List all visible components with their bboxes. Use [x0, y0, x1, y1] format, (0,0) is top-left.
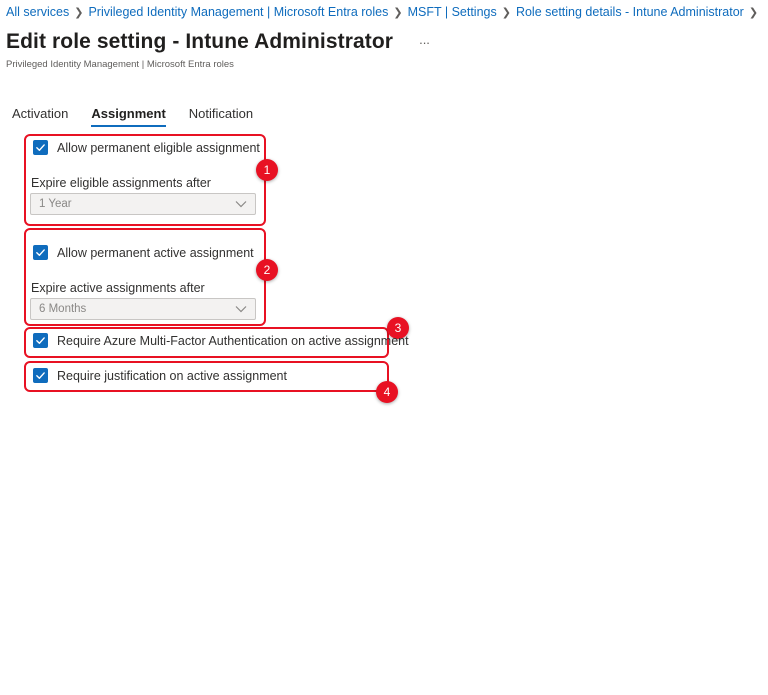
active-expire-label: Expire active assignments after	[31, 281, 205, 295]
tab-activation[interactable]: Activation	[12, 106, 68, 127]
tab-bar: Activation Assignment Notification	[12, 106, 276, 127]
checkmark-icon	[36, 249, 45, 256]
checkmark-icon	[36, 337, 45, 344]
eligible-expire-label: Expire eligible assignments after	[31, 176, 211, 190]
chevron-right-icon: ❯	[74, 7, 84, 19]
tab-assignment[interactable]: Assignment	[91, 106, 167, 127]
page-subtitle: Privileged Identity Management | Microso…	[6, 59, 234, 70]
justification-label: Require justification on active assignme…	[57, 368, 287, 383]
active-permanent-row: Allow permanent active assignment	[33, 245, 254, 260]
title-row: Edit role setting - Intune Administrator…	[6, 30, 430, 54]
mfa-checkbox[interactable]	[33, 333, 48, 348]
justification-checkbox[interactable]	[33, 368, 48, 383]
active-permanent-checkbox[interactable]	[33, 245, 48, 260]
mfa-label: Require Azure Multi-Factor Authenticatio…	[57, 333, 409, 348]
chevron-right-icon: ❯	[501, 7, 511, 19]
callout-badge-1: 1	[256, 159, 278, 181]
mfa-row: Require Azure Multi-Factor Authenticatio…	[33, 333, 409, 348]
checkmark-icon	[36, 372, 45, 379]
justification-row: Require justification on active assignme…	[33, 368, 287, 383]
checkmark-icon	[36, 144, 45, 151]
tab-notification[interactable]: Notification	[189, 106, 253, 127]
eligible-permanent-row: Allow permanent eligible assignment	[33, 140, 260, 155]
chevron-right-icon: ❯	[748, 7, 759, 19]
chevron-down-icon	[235, 201, 247, 208]
active-expire-value: 6 Months	[39, 303, 87, 315]
callout-badge-4: 4	[376, 381, 398, 403]
breadcrumb: All services ❯ Privileged Identity Managem…	[6, 5, 763, 19]
breadcrumb-role-setting-details[interactable]: Role setting details - Intune Administra…	[516, 5, 744, 19]
chevron-right-icon: ❯	[393, 7, 403, 19]
active-expire-dropdown[interactable]: 6 Months	[30, 298, 256, 320]
breadcrumb-all-services[interactable]: All services	[6, 5, 69, 19]
eligible-expire-value: 1 Year	[39, 198, 72, 210]
eligible-permanent-label: Allow permanent eligible assignment	[57, 140, 260, 155]
breadcrumb-pim-entra-roles[interactable]: Privileged Identity Management | Microso…	[88, 5, 388, 19]
chevron-down-icon	[235, 306, 247, 313]
eligible-permanent-checkbox[interactable]	[33, 140, 48, 155]
page-title: Edit role setting - Intune Administrator	[6, 30, 394, 53]
callout-badge-2: 2	[256, 259, 278, 281]
breadcrumb-msft-settings[interactable]: MSFT | Settings	[408, 5, 497, 19]
eligible-expire-dropdown[interactable]: 1 Year	[30, 193, 256, 215]
more-icon[interactable]: ...	[419, 32, 430, 47]
active-permanent-label: Allow permanent active assignment	[57, 245, 254, 260]
